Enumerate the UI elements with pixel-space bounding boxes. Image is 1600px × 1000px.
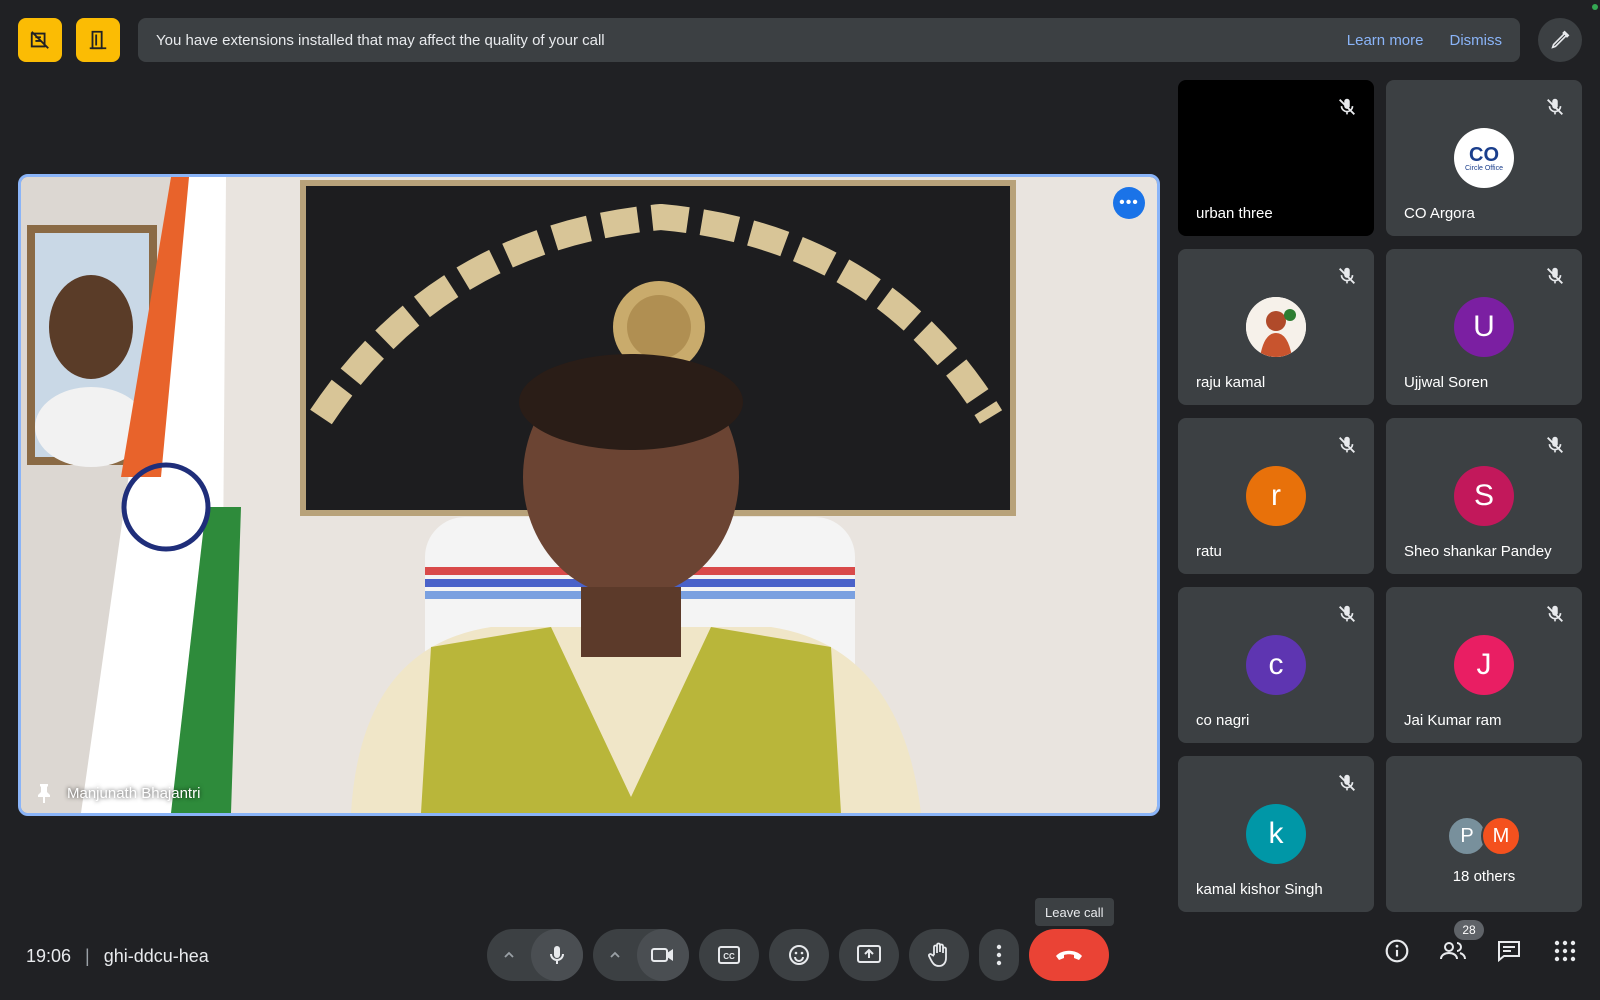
info-icon: [1385, 939, 1409, 963]
chevron-up-icon: [610, 951, 620, 958]
present-screen-icon: [857, 945, 881, 963]
participant-tile[interactable]: k kamal kishor Singh: [1178, 756, 1374, 912]
avatar: [1246, 297, 1306, 357]
chat-icon: [1498, 941, 1520, 963]
speaker-video: [21, 177, 1157, 813]
dismiss-button[interactable]: Dismiss: [1450, 32, 1503, 49]
avatar: c: [1246, 635, 1306, 695]
mic-off-icon: [1547, 267, 1563, 284]
participant-name: kamal kishor Singh: [1196, 881, 1323, 898]
raise-hand-button[interactable]: [909, 929, 969, 981]
clock: 19:06: [26, 946, 72, 966]
present-button[interactable]: [839, 929, 899, 981]
camera-control: [593, 929, 689, 981]
mic-off-icon: [1339, 774, 1355, 791]
status-indicator: [1592, 4, 1598, 10]
mic-off-icon: [1547, 605, 1563, 622]
learn-more-link[interactable]: Learn more: [1347, 32, 1424, 49]
avatar-photo: [1246, 297, 1306, 357]
meeting-code: ghi-ddcu-hea: [103, 946, 209, 966]
participant-name: urban three: [1196, 205, 1273, 222]
audio-options-button[interactable]: [487, 929, 531, 981]
participant-tile[interactable]: CO Circle Office CO Argora: [1386, 80, 1582, 236]
avatar: k: [1246, 804, 1306, 864]
mic-off-icon: [1547, 436, 1563, 453]
side-panel-controls: [1382, 936, 1580, 966]
people-icon: [1440, 942, 1466, 960]
video-options-button[interactable]: [593, 929, 637, 981]
participant-tile[interactable]: raju kamal: [1178, 249, 1374, 405]
captions-button[interactable]: CC: [699, 929, 759, 981]
banner-message: You have extensions installed that may a…: [156, 31, 605, 49]
pen-icon: [1551, 30, 1570, 49]
participant-name: ratu: [1196, 543, 1222, 560]
apps-grid-icon: [1554, 940, 1576, 962]
more-options-button[interactable]: •••: [1113, 187, 1145, 219]
mic-off-icon: [1339, 98, 1355, 115]
extensions-warning-banner: You have extensions installed that may a…: [138, 18, 1520, 62]
microphone-icon: [550, 946, 564, 964]
closed-captions-icon: CC: [718, 946, 740, 964]
more-options-button[interactable]: [979, 929, 1019, 981]
participant-name: Ujjwal Soren: [1404, 374, 1489, 391]
participant-tile[interactable]: J Jai Kumar ram: [1386, 587, 1582, 743]
more-dots-icon: •••: [1119, 194, 1139, 211]
avatar: U: [1454, 297, 1514, 357]
leave-call-button[interactable]: [1029, 929, 1109, 981]
annotate-button[interactable]: [1538, 18, 1582, 62]
door-icon: [89, 30, 107, 50]
microphone-control: [487, 929, 583, 981]
avatar: M: [1481, 816, 1521, 856]
hand-icon: [928, 942, 947, 967]
divider: |: [85, 946, 90, 966]
main-video-tile[interactable]: ••• Manjunath Bhajantri: [18, 174, 1160, 816]
mic-off-icon: [1339, 267, 1355, 284]
microphone-button[interactable]: [531, 929, 583, 981]
people-button[interactable]: [1438, 936, 1468, 966]
participant-tile[interactable]: r ratu: [1178, 418, 1374, 574]
hide-tiles-icon: [30, 31, 49, 49]
pin-icon: [38, 784, 50, 803]
participant-name: co nagri: [1196, 712, 1250, 729]
chat-button[interactable]: [1494, 936, 1524, 966]
others-avatars: P M: [1447, 816, 1521, 856]
participant-tile[interactable]: c co nagri: [1178, 587, 1374, 743]
hang-up-icon: [1056, 950, 1082, 960]
svg-text:CC: CC: [723, 952, 735, 961]
mic-off-icon: [1339, 436, 1355, 453]
participant-tile[interactable]: U Ujjwal Soren: [1386, 249, 1582, 405]
main-participant-name: Manjunath Bhajantri: [67, 784, 201, 802]
participant-name: Jai Kumar ram: [1404, 712, 1502, 729]
chevron-up-icon: [504, 951, 514, 958]
camera-button[interactable]: [637, 929, 689, 981]
participant-name: raju kamal: [1196, 374, 1266, 391]
participant-tile[interactable]: S Sheo shankar Pandey: [1386, 418, 1582, 574]
call-controls: CC: [487, 928, 1109, 982]
others-tile[interactable]: P M 18 others: [1386, 756, 1582, 912]
reactions-button[interactable]: [769, 929, 829, 981]
others-count-label: 18 others: [1452, 868, 1516, 885]
avatar: S: [1454, 466, 1514, 526]
hide-self-view-button[interactable]: [18, 18, 62, 62]
participant-name: CO Argora: [1404, 205, 1475, 222]
participant-tile[interactable]: urban three: [1178, 80, 1374, 236]
meeting-info: 19:06 | ghi-ddcu-hea: [26, 946, 209, 967]
leave-call-tooltip: Leave call: [1035, 898, 1114, 926]
avatar: CO Circle Office: [1454, 128, 1514, 188]
exit-tiles-button[interactable]: [76, 18, 120, 62]
main-participant-label: Manjunath Bhajantri: [35, 783, 200, 803]
camera-icon: [651, 948, 673, 962]
avatar: J: [1454, 635, 1514, 695]
more-vert-icon: [996, 944, 1002, 966]
avatar-logo-subtitle: Circle Office: [1465, 164, 1503, 172]
avatar: r: [1246, 466, 1306, 526]
participant-name: Sheo shankar Pandey: [1404, 543, 1552, 560]
mic-off-icon: [1547, 98, 1563, 115]
emoji-icon: [789, 945, 809, 965]
avatar-logo: CO: [1469, 143, 1499, 166]
meeting-details-button[interactable]: [1382, 936, 1412, 966]
mic-off-icon: [1339, 605, 1355, 622]
activities-button[interactable]: [1550, 936, 1580, 966]
